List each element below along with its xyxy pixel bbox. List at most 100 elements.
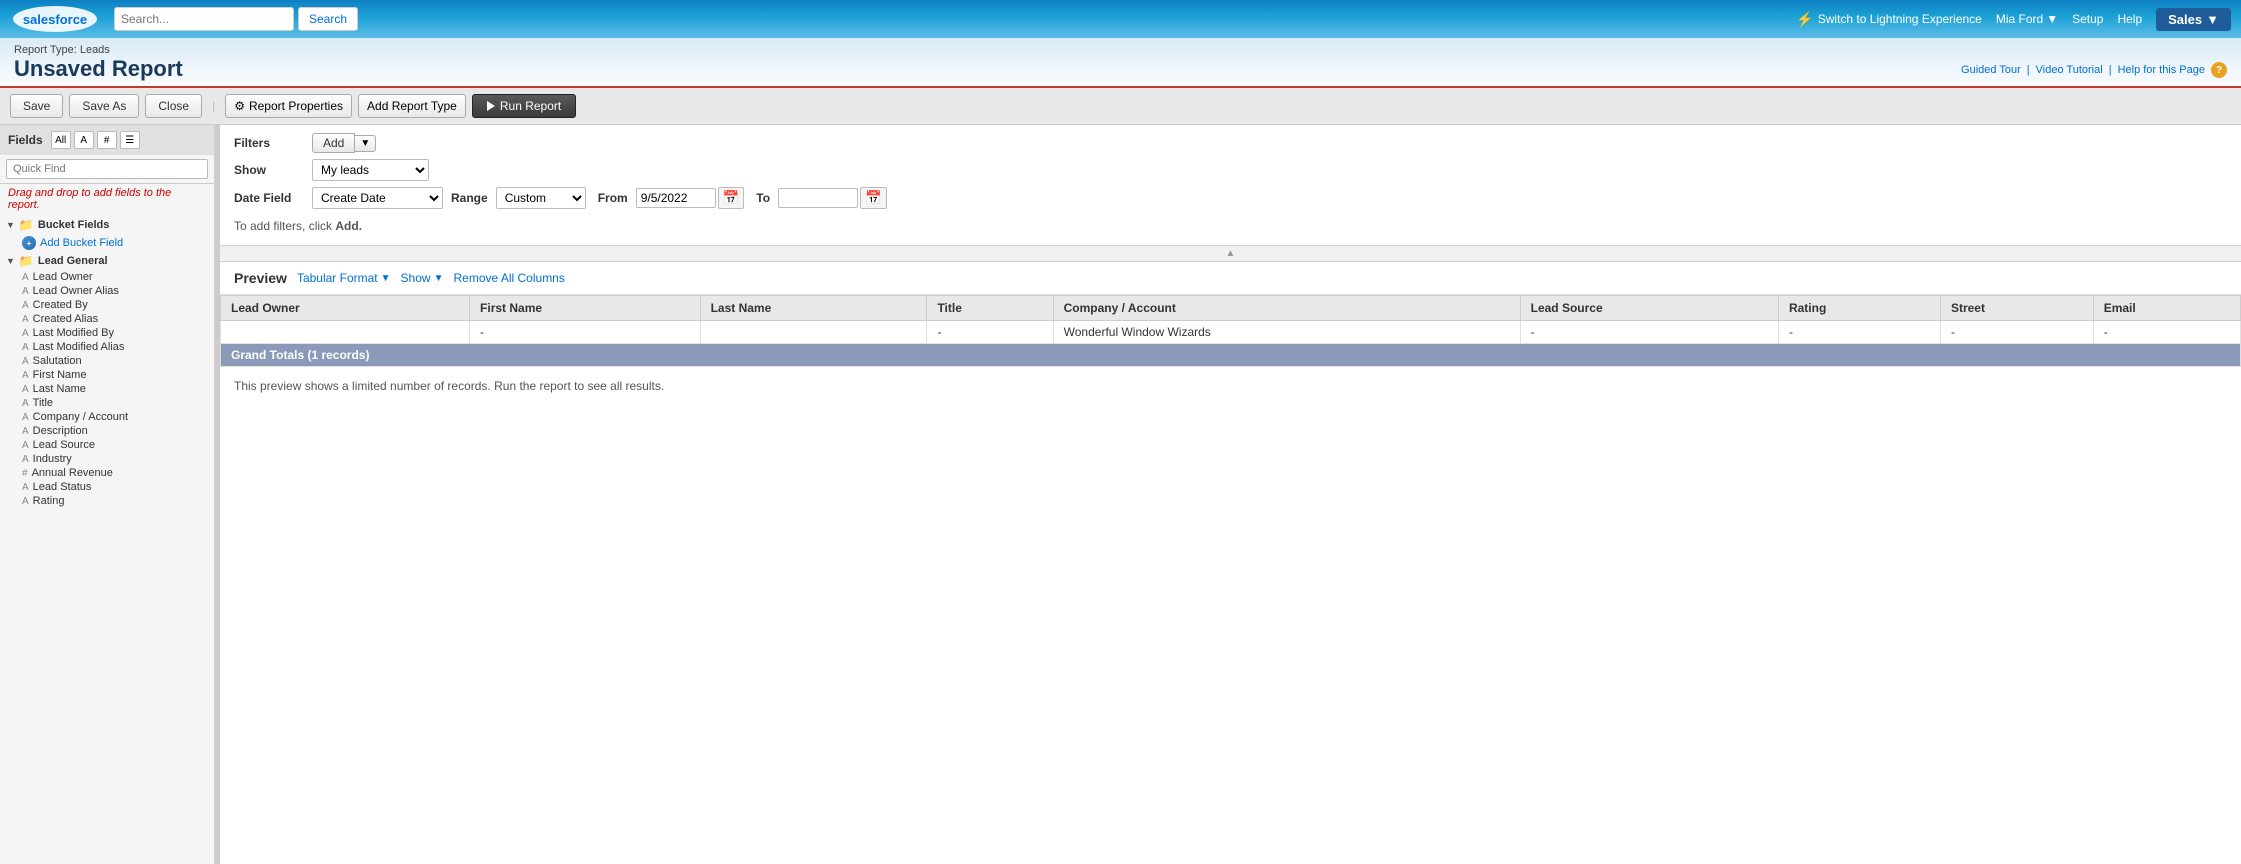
show-label: Show bbox=[234, 163, 304, 177]
col-street: Street bbox=[1940, 296, 2093, 321]
field-salutation[interactable]: A Salutation bbox=[0, 354, 214, 368]
search-button[interactable]: Search bbox=[298, 7, 358, 31]
close-button[interactable]: Close bbox=[145, 94, 202, 118]
col-lead-owner: Lead Owner bbox=[221, 296, 470, 321]
toolbar-divider: | bbox=[212, 99, 215, 113]
field-icon: A bbox=[22, 356, 29, 367]
switch-lightning-label: Switch to Lightning Experience bbox=[1818, 12, 1982, 26]
cell-rating: - bbox=[1778, 321, 1940, 344]
from-date-calendar-btn[interactable]: 📅 bbox=[718, 187, 745, 209]
field-description[interactable]: A Description bbox=[0, 424, 214, 438]
cell-first-name: - bbox=[470, 321, 701, 344]
sales-app-label: Sales bbox=[2168, 12, 2202, 27]
search-input[interactable] bbox=[114, 7, 294, 31]
to-date-input[interactable] bbox=[778, 188, 858, 208]
field-icon: A bbox=[22, 440, 29, 451]
add-bucket-label: Add Bucket Field bbox=[40, 237, 123, 249]
field-industry[interactable]: A Industry bbox=[0, 452, 214, 466]
preview-header: Preview Tabular Format ▼ Show ▼ Remove A… bbox=[220, 262, 2241, 295]
field-rating[interactable]: A Rating bbox=[0, 494, 214, 508]
tabular-format-control: Tabular Format ▼ bbox=[297, 271, 391, 285]
field-first-name[interactable]: A First Name bbox=[0, 368, 214, 382]
field-lead-owner[interactable]: A Lead Owner bbox=[0, 270, 214, 284]
add-filter-dropdown-arrow[interactable]: ▼ bbox=[355, 135, 376, 152]
field-last-modified-by[interactable]: A Last Modified By bbox=[0, 326, 214, 340]
table-row: - - Wonderful Window Wizards - - - - bbox=[221, 321, 2241, 344]
field-annual-revenue[interactable]: # Annual Revenue bbox=[0, 466, 214, 480]
help-page-link[interactable]: Help for this Page bbox=[2118, 64, 2205, 76]
field-icon: A bbox=[22, 384, 29, 395]
col-title: Title bbox=[927, 296, 1053, 321]
tabular-format-arrow[interactable]: ▼ bbox=[381, 273, 391, 284]
video-tutorial-link[interactable]: Video Tutorial bbox=[2036, 64, 2103, 76]
field-last-modified-alias[interactable]: A Last Modified Alias bbox=[0, 340, 214, 354]
fields-title: Fields bbox=[8, 133, 43, 147]
top-navigation: salesforce Search ⚡ Switch to Lightning … bbox=[0, 0, 2241, 38]
field-icon: A bbox=[22, 412, 29, 423]
sales-app-button[interactable]: Sales ▼ bbox=[2156, 8, 2231, 31]
field-icon: A bbox=[22, 370, 29, 381]
filter-all-btn[interactable]: All bbox=[51, 131, 71, 149]
field-lead-owner-alias[interactable]: A Lead Owner Alias bbox=[0, 284, 214, 298]
add-filter-button[interactable]: Add bbox=[312, 133, 355, 153]
show-preview-label[interactable]: Show bbox=[401, 271, 431, 285]
col-rating: Rating bbox=[1778, 296, 1940, 321]
sidebar: Fields All A # ☰ Drag and drop to add fi… bbox=[0, 125, 215, 864]
lead-general-header[interactable]: ▼ 📁 Lead General bbox=[0, 252, 214, 270]
table-body: - - Wonderful Window Wizards - - - - Gra… bbox=[221, 321, 2241, 367]
setup-link[interactable]: Setup bbox=[2072, 12, 2103, 26]
field-created-alias[interactable]: A Created Alias bbox=[0, 312, 214, 326]
bucket-folder-icon: 📁 bbox=[19, 218, 34, 232]
field-lead-status[interactable]: A Lead Status bbox=[0, 480, 214, 494]
col-company-account: Company / Account bbox=[1053, 296, 1520, 321]
scroll-hint: ▲ bbox=[220, 246, 2241, 262]
field-icon: A bbox=[22, 482, 29, 493]
field-icon: A bbox=[22, 342, 29, 353]
field-lead-source[interactable]: A Lead Source bbox=[0, 438, 214, 452]
cell-email: - bbox=[2093, 321, 2240, 344]
remove-all-columns-link[interactable]: Remove All Columns bbox=[453, 271, 564, 285]
show-select[interactable]: My leads All leads My team's leads bbox=[312, 159, 429, 181]
user-dropdown-icon: ▼ bbox=[2046, 12, 2058, 26]
save-as-button[interactable]: Save As bbox=[69, 94, 139, 118]
drag-hint: Drag and drop to add fields to the repor… bbox=[0, 184, 214, 214]
from-date-input[interactable] bbox=[636, 188, 716, 208]
run-report-button[interactable]: Run Report bbox=[472, 94, 576, 118]
field-icon: A bbox=[22, 300, 29, 311]
tree-group-bucket: ▼ 📁 Bucket Fields + Add Bucket Field bbox=[0, 216, 214, 252]
field-created-by[interactable]: A Created By bbox=[0, 298, 214, 312]
cell-last-name bbox=[700, 321, 927, 344]
save-button[interactable]: Save bbox=[10, 94, 63, 118]
add-bucket-field-item[interactable]: + Add Bucket Field bbox=[0, 234, 214, 252]
tabular-format-label[interactable]: Tabular Format bbox=[297, 271, 378, 285]
bucket-fields-header[interactable]: ▼ 📁 Bucket Fields bbox=[0, 216, 214, 234]
range-select[interactable]: Custom This Month Last Month bbox=[496, 187, 586, 209]
page-header-left: Report Type: Leads Unsaved Report bbox=[14, 44, 183, 82]
guided-tour-link[interactable]: Guided Tour bbox=[1961, 64, 2021, 76]
filter-num-btn[interactable]: # bbox=[97, 131, 117, 149]
help-link[interactable]: Help bbox=[2117, 12, 2142, 26]
bucket-icon: + bbox=[22, 236, 36, 250]
filter-list-btn[interactable]: ☰ bbox=[120, 131, 140, 149]
lead-general-toggle: ▼ bbox=[6, 256, 15, 266]
quick-find-input[interactable] bbox=[6, 159, 208, 179]
add-report-type-button[interactable]: Add Report Type bbox=[358, 94, 466, 118]
field-last-name[interactable]: A Last Name bbox=[0, 382, 214, 396]
bucket-toggle: ▼ bbox=[6, 220, 15, 230]
add-hint-bold: Add. bbox=[335, 219, 362, 233]
field-icon: A bbox=[22, 286, 29, 297]
to-date-calendar-btn[interactable]: 📅 bbox=[860, 187, 887, 209]
switch-lightning-button[interactable]: ⚡ Switch to Lightning Experience bbox=[1796, 11, 1982, 28]
report-properties-label: Report Properties bbox=[249, 99, 343, 113]
field-icon: A bbox=[22, 426, 29, 437]
cell-lead-owner bbox=[221, 321, 470, 344]
user-menu[interactable]: Mia Ford ▼ bbox=[1996, 12, 2058, 26]
field-title[interactable]: A Title bbox=[0, 396, 214, 410]
report-properties-button[interactable]: ⚙ Report Properties bbox=[225, 94, 352, 118]
filter-alpha-btn[interactable]: A bbox=[74, 131, 94, 149]
add-report-type-label: Add Report Type bbox=[367, 99, 457, 113]
show-preview-arrow[interactable]: ▼ bbox=[434, 273, 444, 284]
date-field-select[interactable]: Create Date Last Modified Date bbox=[312, 187, 443, 209]
field-icon: A bbox=[22, 454, 29, 465]
field-company-account[interactable]: A Company / Account bbox=[0, 410, 214, 424]
